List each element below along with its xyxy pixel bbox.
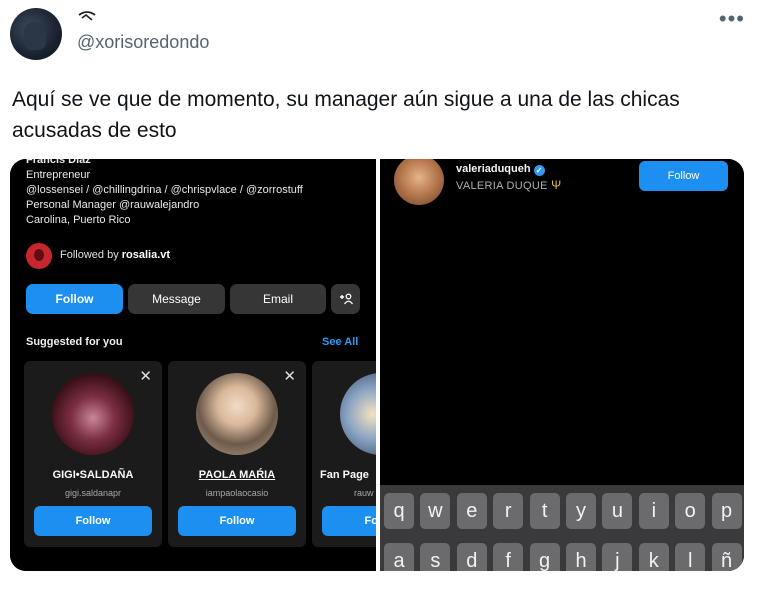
- keyboard-key: l: [675, 543, 706, 571]
- bio-category: Entrepreneur: [26, 169, 91, 181]
- screenshot-profile: Francis Diaz Entrepreneur @lossensei / @…: [10, 159, 376, 571]
- keyboard-key: ñ: [711, 543, 742, 571]
- keyboard-key: a: [384, 543, 414, 571]
- keyboard-key: w: [420, 493, 451, 529]
- suggestion-name: GIGI•SALDAÑA: [52, 469, 134, 481]
- keyboard-key: u: [602, 493, 633, 529]
- tweet-media[interactable]: Francis Diaz Entrepreneur @lossensei / @…: [10, 159, 744, 571]
- keyboard-key: i: [638, 493, 669, 529]
- keyboard-key: h: [566, 543, 596, 571]
- add-person-glyph: [339, 293, 353, 305]
- follower-display-name: VALERIA DUQUE: [456, 180, 548, 192]
- message-button: Message: [128, 284, 225, 314]
- suggestion-username: rauw: [354, 488, 374, 498]
- bio-links: @lossensei / @chillingdrina / @chrispvla…: [26, 184, 303, 196]
- suggestion-follow-button: Follow: [178, 506, 296, 536]
- suggestion-avatar: [196, 373, 278, 455]
- keyboard-key: o: [675, 493, 706, 529]
- screenshot-followers: valeriaduqueh ✓ VALERIA DUQUE Ψ Follow qw…: [380, 159, 744, 571]
- keyboard-key: e: [456, 493, 487, 529]
- suggestion-username: iampaolaocasio: [205, 488, 269, 498]
- follow-button: Follow: [639, 161, 728, 191]
- followed-by: Followed by rosalia.vt: [26, 243, 356, 269]
- keyboard-key: t: [529, 493, 560, 529]
- keyboard-key: r: [493, 493, 524, 529]
- keyboard-key: k: [638, 543, 669, 571]
- keyboard-key: g: [529, 543, 560, 571]
- add-person-icon: [331, 284, 360, 314]
- see-all-link: See All: [322, 336, 359, 348]
- verified-badge-icon: ✓: [533, 165, 545, 176]
- follower-username: valeriaduqueh: [456, 163, 531, 175]
- email-button: Email: [230, 284, 326, 314]
- on-screen-keyboard: qwertyuiop asdfghjklñ: [380, 485, 744, 571]
- suggestion-follow-button: Follow: [34, 506, 152, 536]
- author-handle[interactable]: @xorisoredondo: [77, 32, 209, 53]
- follower-avatar: [26, 243, 52, 269]
- keyboard-key: j: [602, 543, 633, 571]
- follow-button: Follow: [26, 284, 123, 314]
- more-horizontal-icon[interactable]: •••: [719, 6, 745, 32]
- keyboard-key: y: [566, 493, 596, 529]
- trident-icon: Ψ: [551, 178, 562, 192]
- suggestion-avatar: [52, 373, 134, 455]
- eye-closed-icon: [78, 11, 96, 21]
- suggestion-avatar: [340, 373, 376, 455]
- keyboard-key: p: [711, 493, 742, 529]
- suggestion-card: ✕ PAOLA MAŔIA iampaolaocasio Follow: [168, 361, 306, 547]
- close-icon: ✕: [283, 368, 296, 385]
- suggestion-card: ✕ GIGI•SALDAÑA gigi.saldanapr Follow: [24, 361, 162, 547]
- bio-location: Carolina, Puerto Rico: [26, 214, 131, 226]
- bio-manager: Personal Manager @rauwalejandro: [26, 199, 200, 211]
- tweet-text: Aquí se ve que de momento, su manager aú…: [12, 88, 680, 142]
- suggestion-name: PAOLA MAŔIA: [198, 469, 276, 481]
- author-avatar[interactable]: [10, 8, 62, 60]
- followed-by-prefix: Followed by: [60, 249, 122, 261]
- suggested-title: Suggested for you: [26, 336, 123, 348]
- keyboard-key: q: [384, 493, 414, 529]
- suggestion-follow-button: Fo: [322, 506, 376, 536]
- keyboard-key: d: [456, 543, 487, 571]
- follower-avatar: [394, 159, 444, 205]
- keyboard-key: f: [493, 543, 524, 571]
- keyboard-key: s: [420, 543, 451, 571]
- suggestion-name: Fan Page: [320, 469, 369, 481]
- suggestion-username: gigi.saldanapr: [64, 488, 122, 498]
- followed-by-user: rosalia.vt: [121, 249, 171, 261]
- suggestion-card: Fan Page rauw Fo: [312, 361, 376, 547]
- close-icon: ✕: [139, 368, 152, 385]
